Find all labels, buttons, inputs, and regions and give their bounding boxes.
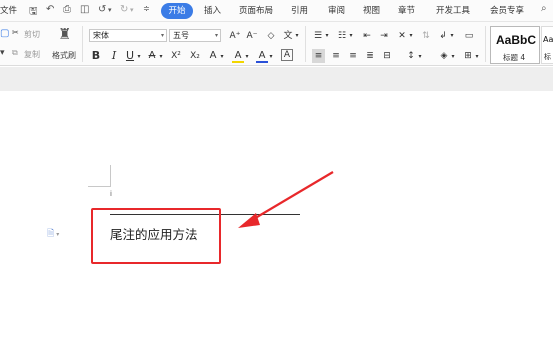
wps-writer-window: 文件 🖫 ↶ ⎙ ◫ ↺ ▾ ↻ ▾ ≑ 开始 插入 页面布局 引用 审阅 视图… [0, 0, 553, 353]
annotation-arrow [238, 171, 334, 228]
